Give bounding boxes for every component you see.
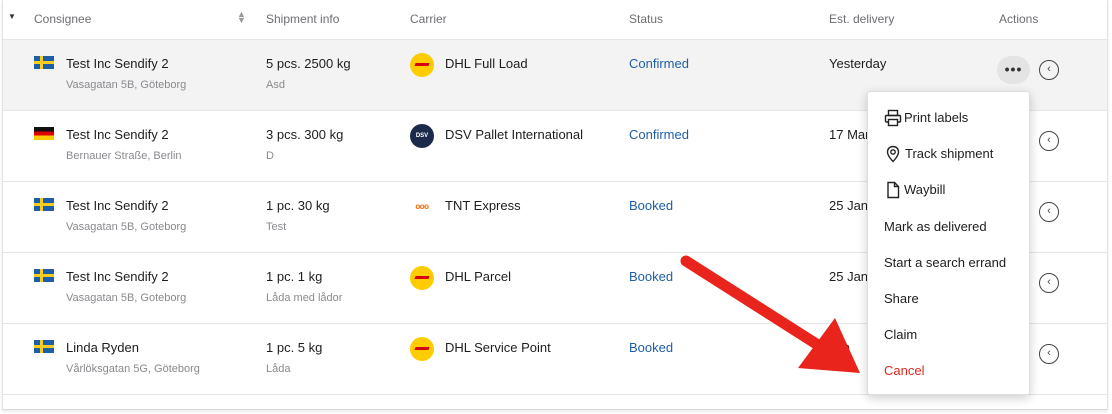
chevron-left-icon[interactable]: ‹: [1039, 131, 1059, 151]
sweden-flag-icon: [34, 56, 54, 69]
header-shipment-info: Shipment info: [266, 12, 340, 26]
printer-icon: [884, 109, 902, 127]
dhl-logo-icon: [410, 53, 434, 77]
consignee-address: Vasagatan 5B, Göteborg: [66, 79, 187, 91]
shipment-note: Asd: [266, 79, 285, 91]
header-status: Status: [629, 12, 664, 26]
status-link[interactable]: Booked: [629, 340, 673, 355]
table-header: ▼ Consignee ▲ ▼ Shipment info Carrier Sta…: [3, 0, 1107, 40]
consignee-address: Vasagatan 5B, Goteborg: [66, 292, 187, 304]
shipment-summary: 3 pcs. 300 kg: [266, 127, 344, 142]
chevron-left-icon[interactable]: ‹: [1039, 202, 1059, 222]
consignee-name: Linda Ryden: [66, 340, 139, 355]
est-delivery: 25 Jan: [829, 269, 869, 284]
menu-item-label: Start a search errand: [884, 255, 1007, 270]
consignee-name: Test Inc Sendify 2: [66, 198, 169, 213]
header-actions: Actions: [999, 12, 1039, 26]
consignee-address: Bernauer Straße, Berlin: [66, 150, 182, 162]
shipment-note: Test: [266, 221, 287, 233]
sweden-flag-icon: [34, 340, 54, 353]
consignee-address: Vårlöksgatan 5G, Göteborg: [66, 363, 200, 375]
dhl-logo-icon: [410, 337, 434, 361]
status-link[interactable]: Confirmed: [629, 127, 689, 142]
consignee-name: Test Inc Sendify 2: [66, 56, 169, 71]
shipment-summary: 5 pcs. 2500 kg: [266, 56, 351, 71]
header-carrier: Carrier: [410, 12, 447, 26]
header-consignee[interactable]: Consignee: [34, 12, 91, 26]
shipment-note: Låda med lådor: [266, 292, 343, 304]
consignee-address: Vasagatan 5B, Goteborg: [66, 221, 187, 233]
menu-item-label: Cancel: [884, 363, 925, 378]
header-est-delivery: Est. delivery: [829, 12, 895, 26]
consignee-name: Test Inc Sendify 2: [66, 269, 169, 284]
status-link[interactable]: Confirmed: [629, 56, 689, 71]
carrier-name: TNT Express: [445, 198, 521, 213]
chevron-left-icon[interactable]: ‹: [1039, 60, 1059, 80]
tnt-logo-icon: ooo: [415, 202, 429, 211]
actions-dropdown-menu: Print labels Track shipment Waybill Mark…: [867, 91, 1030, 395]
consignee-name: Test Inc Sendify 2: [66, 127, 169, 142]
est-delivery: Jan: [829, 340, 850, 355]
menu-item-label: Track shipment: [905, 146, 994, 161]
est-delivery: Yesterday: [829, 56, 887, 71]
carrier-name: DHL Parcel: [445, 269, 511, 284]
carrier-name: DHL Service Point: [445, 340, 551, 355]
dsv-logo-icon: DSV: [410, 124, 434, 148]
menu-item-label: Mark as delivered: [884, 219, 987, 234]
chevron-left-icon[interactable]: ‹: [1039, 273, 1059, 293]
shipment-note: D: [266, 150, 274, 162]
menu-item-label: Claim: [884, 327, 918, 342]
est-delivery: 25 Jan: [829, 198, 869, 213]
est-delivery: 17 Mar: [829, 127, 870, 142]
menu-item-label: Share: [884, 291, 919, 306]
dhl-logo-icon: [410, 266, 434, 290]
status-link[interactable]: Booked: [629, 269, 673, 284]
sweden-flag-icon: [34, 269, 54, 282]
shipment-summary: 1 pc. 30 kg: [266, 198, 330, 213]
location-pin-icon: [886, 145, 900, 163]
carrier-name: DHL Full Load: [445, 56, 528, 71]
chevron-left-icon[interactable]: ‹: [1039, 344, 1059, 364]
more-actions-button[interactable]: •••: [997, 56, 1030, 84]
shipment-summary: 1 pc. 5 kg: [266, 340, 323, 355]
status-link[interactable]: Booked: [629, 198, 673, 213]
menu-item-label: Print labels: [904, 110, 969, 125]
sort-toggle-icon[interactable]: ▼: [8, 12, 16, 21]
shipment-summary: 1 pc. 1 kg: [266, 269, 323, 284]
document-icon: [887, 181, 900, 199]
menu-item-label: Waybill: [904, 182, 946, 197]
germany-flag-icon: [34, 127, 54, 140]
sweden-flag-icon: [34, 198, 54, 211]
sort-arrows-icon[interactable]: ▲ ▼: [237, 10, 246, 25]
carrier-name: DSV Pallet International: [445, 127, 584, 142]
shipment-note: Låda: [266, 363, 291, 375]
